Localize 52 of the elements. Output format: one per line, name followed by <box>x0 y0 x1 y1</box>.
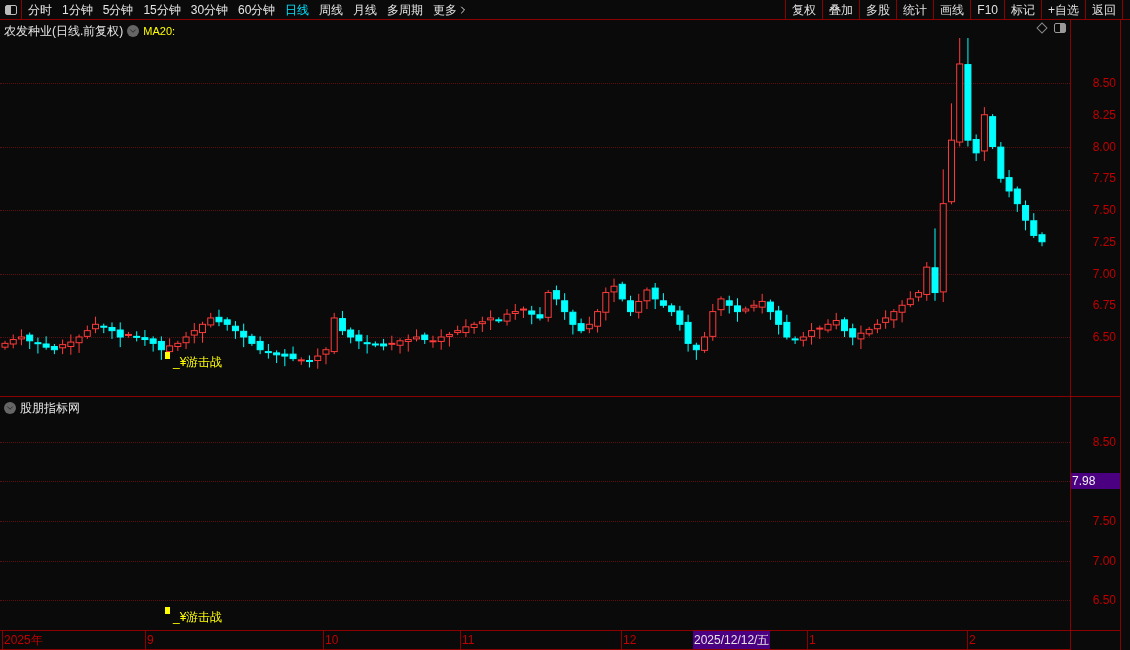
toolbar-button[interactable]: 复权 <box>785 0 823 19</box>
period-tab[interactable]: 分时 <box>28 0 52 19</box>
price-axis-label: 7.50 <box>1092 514 1116 528</box>
panel-toggle-icon[interactable] <box>1054 23 1066 33</box>
price-axis-label: 7.25 <box>1092 234 1116 249</box>
period-tab[interactable]: 5分钟 <box>102 0 134 19</box>
period-tab[interactable]: 周线 <box>319 0 344 19</box>
period-tab[interactable]: 多周期 <box>387 0 424 19</box>
stock-title: 农发种业(日线.前复权) <box>4 23 124 40</box>
date-axis-label: 2 <box>967 631 976 649</box>
date-axis-label: 10 <box>323 631 339 649</box>
date-axis-label: 11 <box>460 631 475 649</box>
toolbar-button[interactable]: F10 <box>970 0 1004 19</box>
price-axis-label: 7.50 <box>1092 203 1116 217</box>
toolbar-button[interactable]: 返回 <box>1085 0 1122 19</box>
toolbar-button[interactable]: 标记 <box>1004 0 1041 19</box>
period-tab[interactable]: 日线 <box>285 0 310 19</box>
date-axis-label: 2025年 <box>2 631 43 649</box>
price-axis-label: 8.50 <box>1092 435 1116 449</box>
cursor-date-label: 2025/12/12/五 <box>693 631 771 649</box>
price-axis-label: 8.00 <box>1092 139 1116 154</box>
signal-label: _¥游击战 <box>173 354 223 371</box>
indicator-label: MA20: <box>143 23 176 39</box>
period-tab[interactable]: 1分钟 <box>62 0 93 19</box>
date-axis-label: 1 <box>807 631 816 649</box>
dropdown-icon[interactable] <box>4 402 16 414</box>
date-axis-label: 9 <box>145 631 154 649</box>
cursor-price-label: 7.98 <box>1071 473 1120 489</box>
date-axis-label: 12 <box>621 631 637 649</box>
toolbar-button[interactable]: 多股 <box>859 0 897 19</box>
price-axis-label: 7.00 <box>1092 554 1116 568</box>
more-button[interactable]: 更多 <box>433 0 470 19</box>
period-tab[interactable]: 60分钟 <box>238 0 276 19</box>
toolbar-button[interactable]: 画线 <box>933 0 971 19</box>
toolbar-button[interactable]: 统计 <box>896 0 934 19</box>
signal-label: _¥游击战 <box>173 609 223 626</box>
period-tab[interactable]: 月线 <box>353 0 378 19</box>
price-axis-label: 8.25 <box>1092 107 1116 122</box>
toolbar-button[interactable]: 叠加 <box>822 0 860 19</box>
period-tab[interactable]: 15分钟 <box>143 0 181 19</box>
signal-marker-icon <box>165 607 170 614</box>
period-tab[interactable]: 30分钟 <box>190 0 229 19</box>
price-axis-label: 8.50 <box>1092 76 1116 90</box>
toolbar-button[interactable]: +自选 <box>1041 0 1085 19</box>
price-axis-label: 7.00 <box>1092 266 1116 281</box>
signal-marker-icon <box>165 352 170 359</box>
price-axis-label: 6.75 <box>1092 298 1116 313</box>
indicator-title: 股朋指标网 <box>20 400 80 417</box>
price-axis-label: 7.75 <box>1092 171 1116 186</box>
price-axis-label: 6.50 <box>1092 330 1116 344</box>
dropdown-icon[interactable] <box>127 25 140 37</box>
price-axis-label: 6.50 <box>1092 593 1116 607</box>
